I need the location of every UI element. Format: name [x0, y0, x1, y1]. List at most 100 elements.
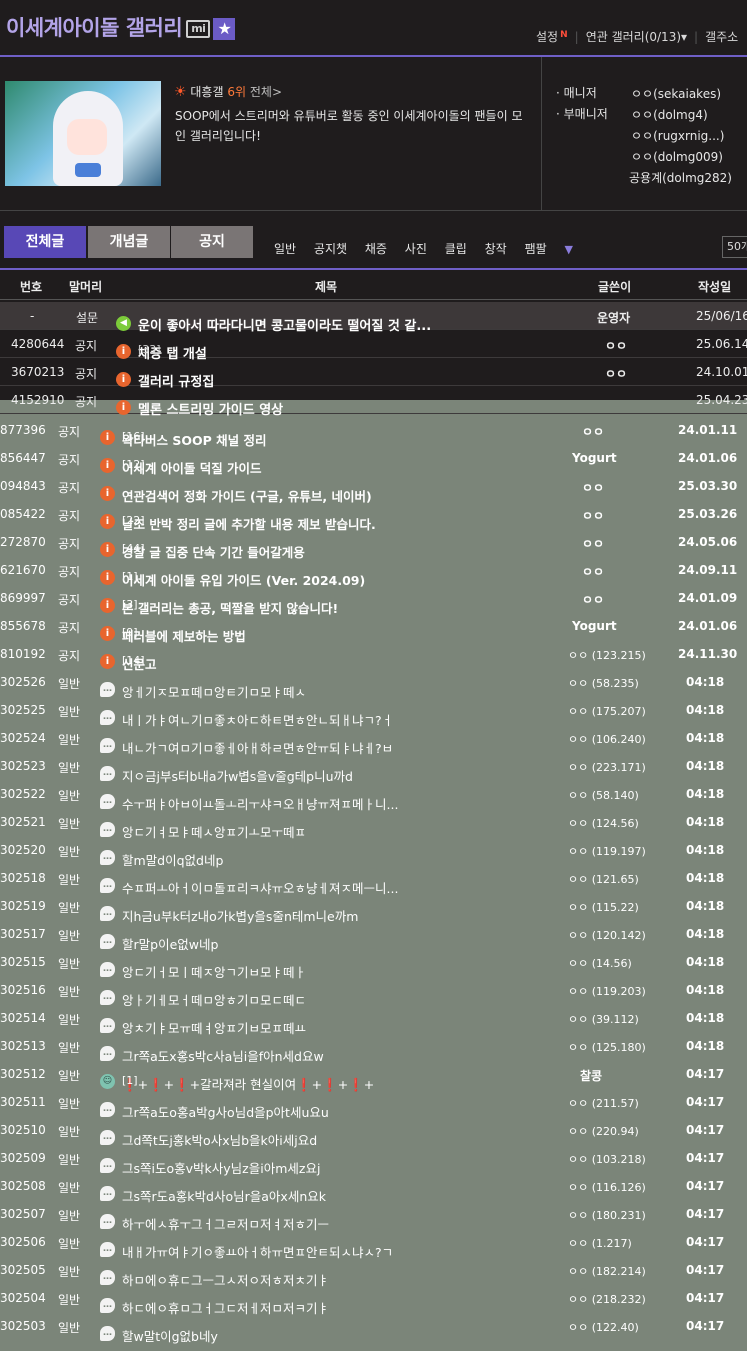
post-writer[interactable]: 찰콩 [580, 1067, 602, 1084]
comment-count[interactable]: [22] [122, 514, 145, 527]
post-row[interactable]: 302508 일반… 그s쪽r도a홍k박d사o님r을a아x세n요k ㅇㅇ (116.… [0, 1172, 747, 1204]
post-row[interactable]: 877396 공지 i 왁타버스 SOOP 채널 정리 [16] ㅇㅇ 24.01.11 [0, 416, 747, 448]
comment-count[interactable]: [44] [122, 542, 145, 555]
post-row[interactable]: 302524 일반… 내ㄴ가ㄱ여ㅁ기ㅁ좋ㅔ아ㅐ하ㄹ면ㅎ안ㅠ되ㅑ냐ㅔ?ㅂ ㅇㅇ (10… [0, 724, 747, 756]
post-writer[interactable]: ㅇㅇ (175.207) [568, 703, 646, 719]
more-filters-icon[interactable]: ▼ [564, 243, 572, 256]
post-writer[interactable]: ㅇㅇ (39.112) [568, 1011, 639, 1027]
tab-concept-posts[interactable]: 개념글 [88, 226, 170, 258]
filter-creation[interactable]: 창작 [485, 242, 507, 256]
filter-fanpal[interactable]: 팸팔 [525, 242, 547, 256]
post-row[interactable]: 094843 공지 i 연관검색어 정화 가이드 (구글, 유튜브, 네이버) ㅇㅇ 2… [0, 472, 747, 504]
post-writer[interactable]: ㅇㅇ (115.22) [568, 899, 639, 915]
post-writer[interactable]: ㅇㅇ (122.40) [568, 1319, 639, 1335]
notice-row[interactable]: - 설문 ◀ 운이 좋아서 따라다니면 콩고물이라도 떨어질 것 같... 운영자 25… [0, 302, 747, 334]
comment-count[interactable]: [1] [122, 570, 138, 583]
comment-count[interactable]: [3] [122, 598, 138, 611]
post-writer[interactable]: ㅇㅇ (119.203) [568, 983, 646, 999]
post-writer[interactable]: Yogurt [572, 619, 617, 633]
post-writer[interactable]: ㅇㅇ [605, 365, 627, 382]
post-row[interactable]: 302522 일반… 수ㅜ퍼ㅑ아ㅂ이ㅛ돌ㅗ리ㅜ샤ㅋ오ㅐ냥ㅠ져ㅍ메ㅏ니... ㅇㅇ (… [0, 780, 747, 812]
post-row[interactable]: 302512 일반 ☺ ❗+❗+❗+갈라져라 현실이여❗+❗+❗+ [1] 찰콩 04:1… [0, 1060, 747, 1092]
post-writer[interactable]: ㅇㅇ [582, 507, 604, 524]
post-writer[interactable]: ㅇㅇ (119.197) [568, 843, 646, 859]
post-writer[interactable]: ㅇㅇ (1.217) [568, 1235, 632, 1251]
settings-link[interactable]: 설정 N [536, 30, 568, 44]
related-galleries-label[interactable]: 연관 갤러리(0/13) [586, 30, 681, 44]
post-row[interactable]: 302515 일반… 앙ㄷ기ㅓ모ㅣ떼ㅈ앙ㄱ기ㅂ모ㅑ떼ㅏ ㅇㅇ (14.56) 04:1… [0, 948, 747, 980]
post-writer[interactable]: ㅇㅇ [582, 479, 604, 496]
post-row[interactable]: 085422 공지 i 날조 반박 정리 글에 추가할 내용 제보 받습니다. [22… [0, 500, 747, 532]
post-writer[interactable]: ㅇㅇ [605, 337, 627, 354]
post-writer[interactable]: ㅇㅇ (125.180) [568, 1039, 646, 1055]
filter-notice-chat[interactable]: 공지챗 [314, 242, 347, 256]
tab-notice[interactable]: 공지 [171, 226, 253, 258]
post-row[interactable]: 856447 공지 i 이세계 아이돌 덕질 가이드 [12] Yogurt 24.01.… [0, 444, 747, 476]
post-writer[interactable]: ㅇㅇ (123.215) [568, 647, 646, 663]
post-row[interactable]: 302505 일반… 하ㅁ에ㅇ휴ㄷ그ㅡ그ㅅ저ㅇ저ㅎ저ㅊ기ㅑ ㅇㅇ (182.214)… [0, 1256, 747, 1288]
star-icon[interactable]: ★ [213, 18, 236, 40]
manager-name[interactable]: 공용계(dolmg282) [629, 168, 732, 189]
filter-evidence[interactable]: 채증 [365, 242, 387, 256]
comment-count[interactable]: [1] [122, 1074, 138, 1087]
post-row[interactable]: 810192 공지 i 신문고 [14] ㅇㅇ (123.215) 24.11.30 [0, 640, 747, 672]
post-row[interactable]: 302504 일반… 하ㄷ에ㅇ휴ㅁ그ㅓ그ㄷ저ㅔ저ㅁ저ㅋ기ㅑ ㅇㅇ (218.232)… [0, 1284, 747, 1316]
post-row[interactable]: 302506 일반… 내ㅐ가ㅠ여ㅑ기ㅇ좋ㅛ아ㅓ하ㅠ면ㅍ안ㅌ되ㅅ냐ㅅ?ㄱ ㅇㅇ (1.… [0, 1228, 747, 1260]
filter-clip[interactable]: 클립 [445, 242, 467, 256]
post-writer[interactable]: ㅇㅇ (211.57) [568, 1095, 639, 1111]
manager-name[interactable]: ㅇㅇ(dolmg4) [631, 105, 732, 126]
post-row[interactable]: 302518 일반… 수ㅍ퍼ㅗ아ㅓ이ㅁ돌ㅍ리ㅋ샤ㅠ오ㅎ냥ㅔ져ㅈ메ㅡ니... ㅇㅇ (… [0, 864, 747, 896]
post-row[interactable]: 302513 일반… 그r쪽a도x홍s박c사a님i을f아n세d요w ㅇㅇ (125.… [0, 1032, 747, 1064]
post-writer[interactable]: ㅇㅇ (120.142) [568, 927, 646, 943]
post-row[interactable]: 855678 공지 i 페러블에 제보하는 방법 [9] Yogurt 24.01.06 [0, 612, 747, 644]
post-row[interactable]: 302526 일반… 앙ㅔ기ㅈ모ㅍ떼ㅁ앙ㅌ기ㅁ모ㅑ떼ㅅ ㅇㅇ (58.235) 04:… [0, 668, 747, 700]
notice-row[interactable]: 4152910 공지 i 멜론 스트리밍 가이드 영상 25.04.23 [0, 386, 747, 418]
post-writer[interactable]: ㅇㅇ [582, 423, 604, 440]
manager-name[interactable]: ㅇㅇ(sekaiakes) [631, 84, 732, 105]
gallery-title-text[interactable]: 이세계아이돌 갤러리 [6, 16, 183, 40]
post-row[interactable]: 302510 일반… 그d쪽t도j홍k박o사x님b을k아i세j요d ㅇㅇ (220.… [0, 1116, 747, 1148]
post-row[interactable]: 302509 일반… 그s쪽i도o홍v박k사y님z을i아m세z요j ㅇㅇ (103.… [0, 1144, 747, 1176]
post-row[interactable]: 302516 일반… 앙ㅏ기ㅔ모ㅓ떼ㅁ앙ㅎ기ㅁ모ㄷ떼ㄷ ㅇㅇ (119.203) 04… [0, 976, 747, 1008]
gallery-owner-link[interactable]: 갤주소 [705, 30, 738, 44]
page-size-select[interactable]: 50개 [722, 236, 747, 258]
post-writer[interactable]: Yogurt [572, 451, 617, 465]
post-writer[interactable]: ㅇㅇ [582, 535, 604, 552]
comment-count[interactable]: [33] [138, 343, 161, 356]
post-row[interactable]: 302503 일반 … 할w말t이g없b네y ㅇㅇ (122.40) 04:17 [0, 1312, 747, 1344]
tab-all-posts[interactable]: 전체글 [4, 226, 86, 258]
post-writer[interactable]: ㅇㅇ [582, 563, 604, 580]
post-row[interactable]: 302514 일반… 앙ㅊ기ㅑ모ㅠ떼ㅕ앙ㅍ기ㅂ모ㅍ떼ㅛ ㅇㅇ (39.112) 04:… [0, 1004, 747, 1036]
manager-name[interactable]: ㅇㅇ(rugxrnig...) [631, 126, 732, 147]
post-writer[interactable]: ㅇㅇ (182.214) [568, 1263, 646, 1279]
gallery-rank[interactable]: ☀ 대흥갤 6위 전체> [174, 83, 282, 100]
post-writer[interactable]: ㅇㅇ (58.235) [568, 675, 639, 691]
comment-count[interactable]: [16] [122, 430, 145, 443]
post-row[interactable]: 621670 공지 i 이세계 아이돌 유입 가이드 (Ver. 2024.09) [… [0, 556, 747, 588]
post-writer[interactable]: ㅇㅇ (121.65) [568, 871, 639, 887]
post-row[interactable]: 302519 일반… 지h금u부k터z내o가k볍y을s줄n테m니e까m ㅇㅇ (11… [0, 892, 747, 924]
post-writer[interactable]: ㅇㅇ (220.94) [568, 1123, 639, 1139]
post-writer[interactable]: ㅇㅇ (180.231) [568, 1207, 646, 1223]
gallery-title[interactable]: 이세계아이돌 갤러리 mi ★ [6, 12, 236, 42]
post-title-text[interactable]: 할w말t이g없b네y [122, 1326, 218, 1345]
filter-photo[interactable]: 사진 [405, 242, 427, 256]
filter-general[interactable]: 일반 [274, 242, 296, 256]
post-writer[interactable]: ㅇㅇ (106.240) [568, 731, 646, 747]
post-row[interactable]: 302525 일반… 내ㅣ가ㅑ여ㄴ기ㅁ좋ㅊ아ㄷ하ㅌ면ㅎ안ㄴ되ㅐ냐ㄱ?ㅓ ㅇㅇ (17… [0, 696, 747, 728]
settings-label[interactable]: 설정 [536, 30, 558, 44]
post-row[interactable]: 302520 일반… 할m말d이q없d네p ㅇㅇ (119.197) 04:18 [0, 836, 747, 868]
manager-name[interactable]: ㅇㅇ(dolmg009) [631, 147, 732, 168]
post-writer[interactable]: ㅇㅇ (124.56) [568, 815, 639, 831]
post-row[interactable]: 272870 공지 i 경찰 글 집중 단속 기간 들어갈게용 [44] ㅇㅇ 24.05… [0, 528, 747, 560]
post-writer[interactable]: ㅇㅇ [582, 591, 604, 608]
post-writer[interactable]: ㅇㅇ (58.140) [568, 787, 639, 803]
notice-row[interactable]: 4280644 공지 i 채증 탭 개설 [33] ㅇㅇ 25.06.14 [0, 330, 747, 362]
comment-count[interactable]: [9] [122, 626, 138, 639]
post-writer[interactable]: 운영자 [597, 309, 630, 326]
comment-count[interactable]: [14] [122, 654, 145, 667]
related-galleries-dropdown[interactable]: 연관 갤러리(0/13)▾ [586, 30, 687, 44]
post-writer[interactable]: ㅇㅇ (116.126) [568, 1179, 646, 1195]
chevron-down-icon[interactable]: ▾ [681, 30, 687, 44]
rank-all-link[interactable]: 전체> [250, 85, 282, 99]
